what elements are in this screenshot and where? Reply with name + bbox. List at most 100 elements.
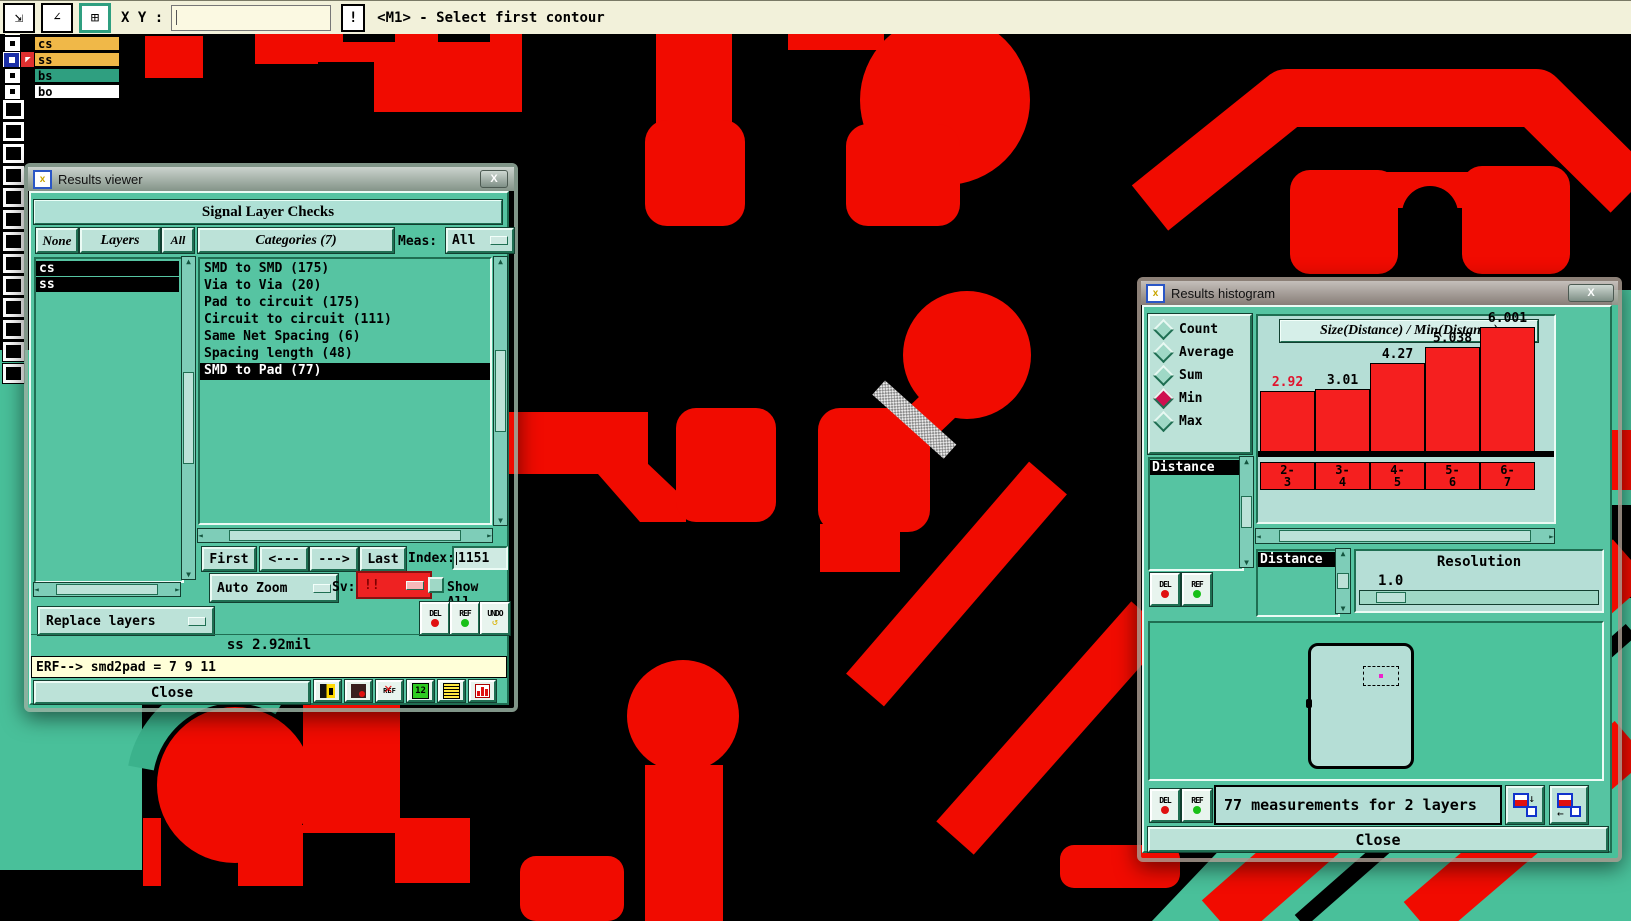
stat-radio-count[interactable]: Count [1150,316,1250,341]
series-list[interactable]: Distance [1148,457,1244,571]
pan-arrow-icon[interactable]: ⇲ [3,2,35,33]
none-button[interactable]: None [36,228,78,253]
layer-name[interactable]: bo [34,84,120,99]
alert-button[interactable]: ! [341,3,366,32]
results-histogram-window[interactable]: x Results histogram X Count Average Sum … [1137,277,1622,862]
category-item[interactable]: Same Net Spacing (6) [200,329,490,346]
exit-icon[interactable] [314,680,341,702]
layer-row-bs[interactable]: bs [0,66,122,85]
histogram-bar[interactable]: 2.92 [1260,375,1315,451]
list-item[interactable]: cs [36,261,179,276]
histogram-bar[interactable]: 4.27 [1370,347,1425,451]
layer-checkbox[interactable] [3,320,24,339]
prev-button[interactable]: <--- [260,547,308,571]
histogram-close-button[interactable]: Close [1148,827,1608,852]
layer-checkbox[interactable] [3,166,24,185]
del-button[interactable]: DEL [420,602,450,635]
viewer-close-button[interactable]: Close [34,681,310,704]
auto-zoom-dropdown[interactable]: Auto Zoom [210,574,338,602]
category-item[interactable]: Spacing length (48) [200,346,490,363]
preview-area[interactable] [1148,621,1604,781]
layer-checkbox[interactable] [3,298,24,317]
first-button[interactable]: First [202,547,256,571]
ref-button[interactable]: REF [1182,789,1212,822]
layer-name[interactable]: bs [34,68,120,83]
category-item[interactable]: Pad to circuit (175) [200,295,490,312]
category-item-selected[interactable]: SMD to Pad (77) [200,363,490,380]
ref-button[interactable]: REF [1182,573,1212,606]
category-item[interactable]: Circuit to circuit (111) [200,312,490,329]
export-histogram-icon[interactable]: ↓ [1506,786,1544,824]
layer-checkbox[interactable] [3,188,24,207]
probe-icon[interactable] [345,680,372,702]
ref-button[interactable]: REF [450,602,480,635]
next-button[interactable]: ---> [310,547,358,571]
layer-checkbox[interactable] [3,232,24,251]
layers-button[interactable]: Layers [80,228,160,253]
series-list-2[interactable]: Distance [1256,549,1340,617]
replace-layers-dropdown[interactable]: Replace layers [38,607,214,635]
numeric-12-icon[interactable]: 12 [407,680,434,702]
layer-name[interactable]: cs [34,36,120,51]
report-icon[interactable] [438,680,465,702]
layer-checkbox[interactable] [3,254,24,273]
result-layers-list[interactable]: cs ss [34,257,184,583]
stat-radio-sum[interactable]: Sum [1150,360,1250,387]
categories-list[interactable]: SMD to SMD (175) Via to Via (20) Pad to … [198,257,492,525]
layer-checkbox[interactable] [3,210,24,229]
stat-radio-max[interactable]: Max [1150,406,1250,433]
layer-checkbox[interactable] [3,364,24,383]
measure-angle-icon[interactable]: ∠ [41,2,73,33]
slider-thumb[interactable] [1376,592,1406,603]
layers-list-hscrollbar[interactable]: ◄ ► [34,583,180,596]
category-item[interactable]: SMD to SMD (175) [200,261,490,278]
layers-list-vscrollbar[interactable]: ▲ ▼ [182,257,195,579]
ref-clear-icon[interactable]: REF ✕ [376,680,403,702]
list-item[interactable]: Distance [1258,552,1338,567]
categories-header-button[interactable]: Categories (7) [198,228,394,253]
resolution-slider[interactable] [1360,591,1598,604]
list-item[interactable]: Distance [1150,460,1242,475]
layer-row-ss[interactable]: ◤ ss ✒▦ [0,51,122,116]
show-all-checkbox[interactable] [428,577,444,593]
all-button[interactable]: All [162,228,194,253]
histogram-titlebar[interactable]: x Results histogram X [1141,281,1618,305]
last-button[interactable]: Last [360,547,406,571]
histogram-bar[interactable]: 3.01 [1315,373,1370,451]
grid-icon[interactable]: ⊞ [79,2,111,33]
layer-checkbox[interactable] [3,100,24,119]
layer-checkbox[interactable] [3,34,22,53]
layer-checkbox-active[interactable] [3,51,20,68]
results-viewer-window[interactable]: x Results viewer X Signal Layer Checks N… [24,163,518,712]
severity-dropdown[interactable]: !! [358,573,430,597]
series-list-vscrollbar[interactable]: ▲ ▼ [1240,457,1253,567]
layer-checkbox[interactable] [3,144,24,163]
close-icon[interactable]: X [1568,284,1614,302]
histogram-bar[interactable]: 5.038 [1425,331,1480,451]
stat-radio-min[interactable]: Min [1150,383,1250,410]
histogram-icon[interactable] [469,680,496,702]
results-viewer-titlebar[interactable]: x Results viewer X [28,167,514,191]
categories-hscrollbar[interactable]: ◄ ► [198,529,492,542]
meas-dropdown[interactable]: All [446,228,514,253]
layer-name[interactable]: ss [34,52,120,67]
layer-checkbox-column[interactable] [3,100,24,386]
layer-row-cs[interactable]: cs ✒ [0,34,122,84]
xy-input[interactable] [171,4,332,31]
layer-checkbox[interactable] [3,82,22,101]
layer-checkbox[interactable] [3,342,24,361]
close-icon[interactable]: X [480,170,508,188]
stat-radio-average[interactable]: Average [1150,337,1250,364]
del-button[interactable]: DEL [1150,789,1180,822]
layer-row-bo[interactable]: bo [0,82,122,101]
series-list-2-vscrollbar[interactable]: ▲ ▼ [1336,549,1350,613]
undo-button[interactable]: UNDO ↺ [480,602,510,635]
categories-vscrollbar[interactable]: ▲ ▼ [494,257,507,525]
layer-checkbox[interactable] [3,276,24,295]
histogram-bar[interactable]: 6.001 [1480,311,1535,451]
layer-checkbox[interactable] [3,122,24,141]
list-item[interactable]: ss [36,277,179,292]
import-histogram-icon[interactable]: ← [1550,786,1588,824]
category-item[interactable]: Via to Via (20) [200,278,490,295]
chart-hscrollbar[interactable]: ◄ ► [1256,529,1554,543]
